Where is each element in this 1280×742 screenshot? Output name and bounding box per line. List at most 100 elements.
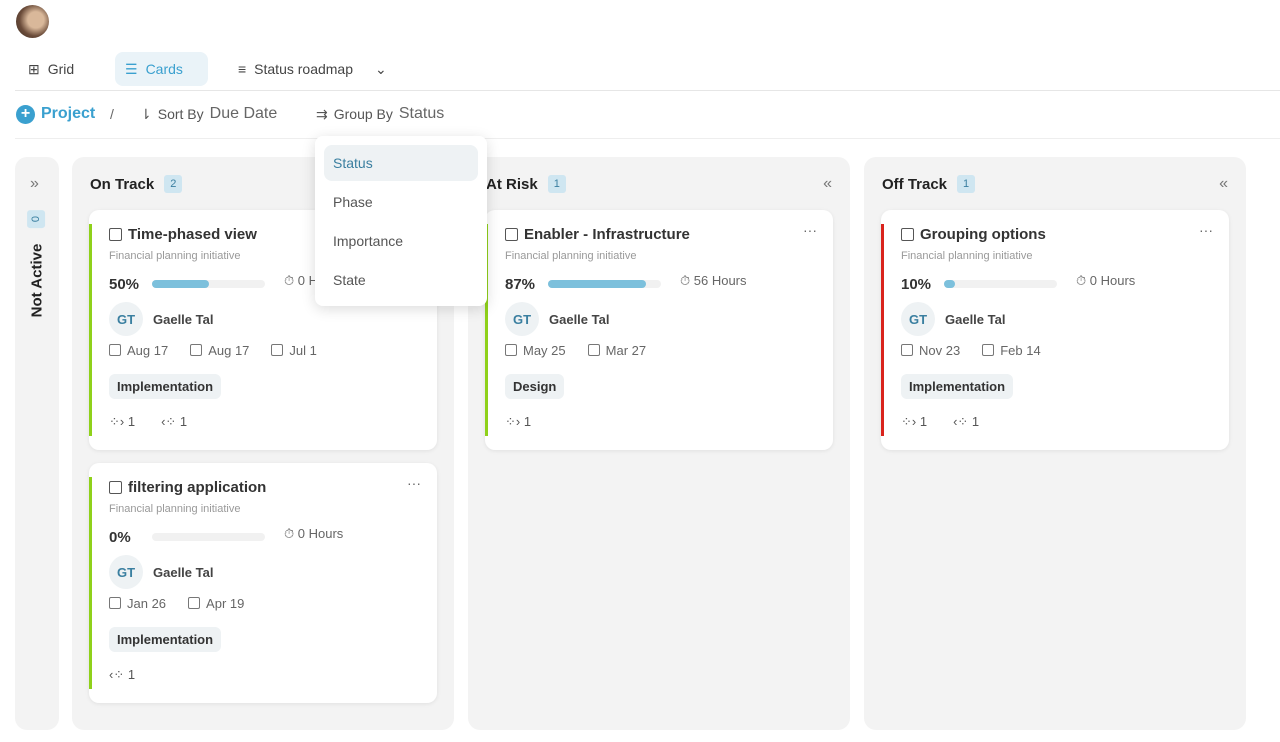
- collapse-icon[interactable]: «: [1219, 175, 1228, 193]
- card-title[interactable]: Time-phased view: [128, 226, 257, 243]
- card-subtitle: Financial planning initiative: [109, 250, 241, 262]
- grid-icon: ⊞: [28, 60, 40, 77]
- dependency-icon: ‹⁘: [161, 414, 180, 429]
- predecessors[interactable]: ⁘› 1: [109, 414, 135, 430]
- card-title[interactable]: filtering application: [128, 479, 266, 496]
- tab-status-roadmap[interactable]: ≡ Status roadmap ⌄: [228, 52, 397, 86]
- avatar: GT: [109, 302, 143, 336]
- avatar: GT: [505, 302, 539, 336]
- column-header: On Track 2: [90, 175, 183, 193]
- card-title[interactable]: Grouping options: [920, 226, 1046, 243]
- assignee[interactable]: GT Gaelle Tal: [505, 302, 609, 336]
- project-icon: [109, 481, 122, 494]
- status-indicator: [89, 477, 92, 689]
- dates: Nov 23 Feb 14: [901, 343, 1041, 358]
- menu-item-phase[interactable]: Phase: [324, 184, 478, 220]
- user-avatar[interactable]: [16, 5, 49, 38]
- stopwatch-icon: ⏱: [1076, 273, 1090, 288]
- menu-item-status[interactable]: Status: [324, 145, 478, 181]
- phase-tag: Implementation: [901, 374, 1014, 399]
- progress-percent: 0%: [109, 529, 131, 546]
- column-title: Not Active: [28, 243, 46, 318]
- collapse-icon[interactable]: «: [823, 175, 832, 193]
- column-header: At Risk 1: [486, 175, 566, 193]
- date[interactable]: Mar 27: [587, 343, 646, 358]
- divider: [15, 90, 1280, 91]
- project-card[interactable]: filtering application ··· Financial plan…: [89, 463, 437, 703]
- roadmap-icon: ≡: [238, 61, 247, 77]
- calendar-icon: [109, 597, 121, 609]
- dates: Jan 26 Apr 19: [109, 596, 244, 611]
- successors[interactable]: ‹⁘ 1: [953, 414, 979, 430]
- phase-tag: Design: [505, 374, 565, 399]
- group-by-button[interactable]: ⇉ Group By Status: [316, 102, 444, 126]
- more-options-icon[interactable]: ···: [1199, 222, 1213, 238]
- calendar-icon: [109, 344, 121, 356]
- column-at-risk: At Risk 1 « Enabler - Infrastructure ··· …: [468, 157, 850, 730]
- group-icon: ⇉: [316, 105, 328, 122]
- project-icon: [109, 228, 122, 241]
- date[interactable]: Nov 23: [901, 343, 960, 358]
- add-project-button[interactable]: + Project: [16, 102, 95, 126]
- dates: Aug 17 Aug 17 Jul 1: [109, 343, 317, 358]
- project-card[interactable]: Grouping options ··· Financial planning …: [881, 210, 1229, 450]
- assignee[interactable]: GT Gaelle Tal: [901, 302, 1005, 336]
- date[interactable]: Feb 14: [982, 343, 1041, 358]
- phase-tag: Implementation: [109, 374, 222, 399]
- status-indicator: [89, 224, 92, 436]
- assignee[interactable]: GT Gaelle Tal: [109, 555, 213, 589]
- successors[interactable]: ‹⁘ 1: [161, 414, 187, 430]
- date[interactable]: Apr 19: [188, 596, 244, 611]
- predecessors[interactable]: ⁘› 1: [901, 414, 927, 430]
- date[interactable]: Jan 26: [109, 596, 166, 611]
- hours: ⏱ 0 Hours: [1076, 273, 1136, 288]
- expand-icon[interactable]: »: [30, 175, 39, 193]
- sort-button[interactable]: ⇂ Sort By Due Date: [140, 102, 277, 126]
- calendar-icon: [190, 344, 203, 356]
- count-badge: 2: [164, 175, 183, 193]
- menu-item-importance[interactable]: Importance: [324, 223, 478, 259]
- avatar: GT: [109, 555, 143, 589]
- date[interactable]: Aug 17: [190, 343, 249, 358]
- card-title[interactable]: Enabler - Infrastructure: [524, 226, 690, 243]
- dependency-icon: ‹⁘: [109, 667, 128, 682]
- date[interactable]: Jul 1: [271, 343, 317, 358]
- column-title: On Track: [90, 175, 155, 193]
- separator: /: [110, 106, 114, 122]
- tab-cards[interactable]: ☰ Cards: [115, 52, 208, 86]
- tab-grid[interactable]: ⊞ Grid: [18, 52, 84, 86]
- progress-percent: 10%: [901, 276, 932, 293]
- more-options-icon[interactable]: ···: [407, 475, 421, 491]
- more-options-icon[interactable]: ···: [803, 222, 817, 238]
- project-icon: [505, 228, 518, 241]
- dependency-icon: ⁘›: [505, 414, 524, 429]
- sort-icon: ⇂: [140, 105, 152, 122]
- count-badge: 0: [27, 209, 46, 229]
- phase-tag: Implementation: [109, 627, 222, 652]
- assignee[interactable]: GT Gaelle Tal: [109, 302, 213, 336]
- project-card[interactable]: Enabler - Infrastructure ··· Financial p…: [485, 210, 833, 450]
- dependency-icon: ⁘›: [901, 414, 920, 429]
- progress-bar: [152, 280, 265, 288]
- chevron-down-icon[interactable]: ⌄: [375, 61, 387, 78]
- calendar-icon: [271, 344, 284, 356]
- date[interactable]: Aug 17: [109, 343, 168, 358]
- column-not-active: » 0 Not Active: [15, 157, 59, 730]
- group-by-menu: Status Phase Importance State: [315, 136, 487, 306]
- calendar-icon: [587, 344, 600, 356]
- dependency-icon: ⁘›: [109, 414, 128, 429]
- column-header: Off Track 1: [882, 175, 976, 193]
- status-indicator: [881, 224, 884, 436]
- calendar-icon: [901, 344, 913, 356]
- successors[interactable]: ‹⁘ 1: [109, 667, 135, 683]
- count-badge: 1: [957, 175, 976, 193]
- hours: ⏱ 0 Hours: [284, 526, 344, 541]
- predecessors[interactable]: ⁘› 1: [505, 414, 531, 430]
- count-badge: 1: [547, 175, 566, 193]
- dependency-icon: ‹⁘: [953, 414, 972, 429]
- column-off-track: Off Track 1 « Grouping options ··· Financ…: [864, 157, 1246, 730]
- progress-bar: [548, 280, 661, 288]
- date[interactable]: May 25: [505, 343, 566, 358]
- menu-item-state[interactable]: State: [324, 262, 478, 298]
- dependencies: ⁘› 1 ‹⁘ 1: [901, 414, 979, 430]
